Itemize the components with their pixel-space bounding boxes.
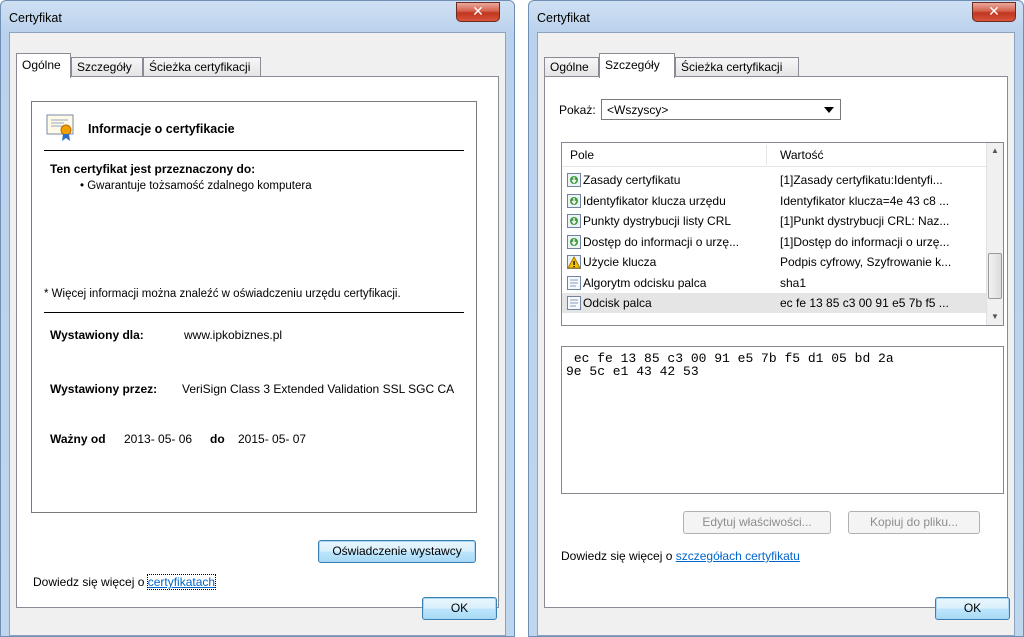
certificates-link[interactable]: certyfikatach bbox=[146, 574, 217, 590]
list-item[interactable]: Zasady certyfikatu [1]Zasady certyfikatu:… bbox=[562, 170, 986, 190]
column-header-field[interactable]: Pole bbox=[570, 148, 594, 162]
property-icon bbox=[567, 296, 581, 310]
field-name: Użycie klucza bbox=[583, 255, 657, 269]
issued-to-value: www.ipkobiznes.pl bbox=[184, 328, 283, 342]
divider bbox=[44, 312, 464, 313]
fields-list[interactable]: Pole Wartość Zasady certyfikatu [1]Zasady… bbox=[561, 142, 1004, 326]
list-header: Pole Wartość bbox=[562, 143, 986, 167]
certificate-details-link[interactable]: szczegółach certyfikatu bbox=[676, 549, 800, 563]
note-text: * Więcej informacji można znaleźć w oświ… bbox=[44, 288, 401, 300]
details-tab-panel: Pokaż: <Wszyscy> Pole Wartość Zasady cer… bbox=[544, 76, 1008, 608]
tab-certification-path[interactable]: Ścieżka certyfikacji bbox=[675, 57, 799, 77]
window-title: Certyfikat bbox=[537, 11, 590, 25]
field-value: sha1 bbox=[780, 275, 807, 290]
title-bar[interactable]: Certyfikat ✕ bbox=[529, 1, 1023, 33]
field-name: Algorytm odcisku palca bbox=[583, 275, 707, 290]
ok-button[interactable]: OK bbox=[935, 597, 1010, 620]
dialog-client: Ogólne Szczegóły Ścieżka certyfikacji In… bbox=[9, 32, 506, 636]
title-bar[interactable]: Certyfikat ✕ bbox=[1, 1, 514, 33]
field-name: Dostęp do informacji o urzę... bbox=[583, 234, 740, 249]
valid-from-label: Ważny od bbox=[50, 432, 106, 446]
scroll-thumb[interactable] bbox=[988, 253, 1002, 299]
purpose-heading: Ten certyfikat jest przeznaczony do: bbox=[50, 162, 256, 176]
column-separator[interactable] bbox=[766, 145, 767, 165]
show-dropdown-value: <Wszyscy> bbox=[607, 103, 669, 117]
issued-by-label: Wystawiony przez: bbox=[50, 382, 158, 396]
learn-more-text: Dowiedz się więcej o szczegółach certyfi… bbox=[561, 549, 800, 563]
list-item[interactable]: Identyfikator klucza urzędu Identyfikator… bbox=[562, 191, 986, 211]
tab-details[interactable]: Szczegóły bbox=[599, 53, 675, 78]
certificate-info-frame: Informacje o certyfikacie Ten certyfikat… bbox=[31, 101, 477, 513]
extension-icon bbox=[567, 214, 581, 228]
purpose-item: • Gwarantuje tożsamość zdalnego komputer… bbox=[80, 180, 312, 192]
edit-properties-button[interactable]: Edytuj właściwości... bbox=[683, 511, 831, 534]
list-item[interactable]: Algorytm odcisku palca sha1 bbox=[562, 273, 986, 293]
valid-to-label: do bbox=[210, 432, 225, 446]
dialog-client: Ogólne Szczegóły Ścieżka certyfikacji Po… bbox=[537, 32, 1015, 636]
property-icon bbox=[567, 275, 581, 290]
field-name: Zasady certyfikatu bbox=[583, 173, 681, 187]
show-label: Pokaż: bbox=[559, 103, 596, 117]
tab-certification-path[interactable]: Ścieżka certyfikacji bbox=[143, 57, 261, 77]
column-header-value[interactable]: Wartość bbox=[780, 148, 824, 162]
field-name: Identyfikator klucza urzędu bbox=[583, 193, 726, 208]
show-dropdown[interactable]: <Wszyscy> bbox=[601, 99, 841, 120]
tab-general[interactable]: Ogólne bbox=[16, 53, 71, 78]
chevron-down-icon bbox=[824, 107, 834, 113]
divider bbox=[44, 150, 464, 151]
certificate-dialog-general: Certyfikat ✕ Ogólne Szczegóły Ścieżka ce… bbox=[0, 0, 515, 637]
window-title: Certyfikat bbox=[9, 11, 62, 25]
vertical-scrollbar[interactable]: ▲ ▼ bbox=[986, 143, 1003, 325]
scroll-down-icon[interactable]: ▼ bbox=[987, 309, 1003, 325]
extension-icon bbox=[567, 234, 581, 249]
list-item[interactable]: Punkty dystrybucji listy CRL [1]Punkt dys… bbox=[562, 211, 986, 231]
close-button[interactable]: ✕ bbox=[456, 2, 500, 22]
extension-icon bbox=[567, 193, 581, 208]
certificate-icon bbox=[46, 114, 74, 141]
close-icon: ✕ bbox=[472, 4, 484, 20]
field-value: [1]Zasady certyfikatu:Identyfi... bbox=[780, 173, 943, 187]
field-value: [1]Dostęp do informacji o urzę... bbox=[780, 234, 950, 249]
copy-to-file-button[interactable]: Kopiuj do pliku... bbox=[848, 511, 980, 534]
issuer-statement-button[interactable]: Oświadczenie wystawcy bbox=[318, 540, 476, 563]
general-tab-panel: Informacje o certyfikacie Ten certyfikat… bbox=[16, 76, 499, 608]
learn-more-text: Dowiedz się więcej o certyfikatach bbox=[33, 574, 217, 590]
issued-by-value: VeriSign Class 3 Extended Validation SSL… bbox=[182, 382, 455, 396]
field-value: [1]Punkt dystrybucji CRL: Naz... bbox=[780, 214, 950, 228]
list-item[interactable]: Dostęp do informacji o urzę... [1]Dostęp … bbox=[562, 232, 986, 252]
field-value: Podpis cyfrowy, Szyfrowanie k... bbox=[780, 255, 952, 269]
valid-from-value: 2013- 05- 06 bbox=[124, 432, 193, 446]
warning-icon bbox=[567, 255, 581, 269]
certificate-dialog-details: Certyfikat ✕ Ogólne Szczegóły Ścieżka ce… bbox=[528, 0, 1024, 637]
info-title: Informacje o certyfikacie bbox=[88, 122, 235, 136]
value-detail-box[interactable]: ec fe 13 85 c3 00 91 e5 7b f5 d1 05 bd 2… bbox=[561, 346, 1004, 494]
extension-icon bbox=[567, 173, 581, 187]
close-icon: ✕ bbox=[988, 4, 1000, 20]
field-name: Punkty dystrybucji listy CRL bbox=[583, 214, 732, 228]
field-value: Identyfikator klucza=4e 43 c8 ... bbox=[780, 193, 950, 208]
scroll-up-icon[interactable]: ▲ bbox=[987, 143, 1003, 159]
list-item[interactable]: Odcisk palca ec fe 13 85 c3 00 91 e5 7b f… bbox=[562, 293, 986, 313]
tab-details[interactable]: Szczegóły bbox=[71, 57, 143, 77]
tab-general[interactable]: Ogólne bbox=[544, 57, 599, 77]
value-detail-text: ec fe 13 85 c3 00 91 e5 7b f5 d1 05 bd 2… bbox=[566, 351, 894, 379]
valid-to-value: 2015- 05- 07 bbox=[238, 432, 307, 446]
issued-to-label: Wystawiony dla: bbox=[50, 328, 144, 342]
learn-more-prefix: Dowiedz się więcej o bbox=[561, 549, 676, 563]
list-item[interactable]: Użycie klucza Podpis cyfrowy, Szyfrowanie… bbox=[562, 252, 986, 272]
field-value: ec fe 13 85 c3 00 91 e5 7b f5 ... bbox=[780, 296, 949, 310]
ok-button[interactable]: OK bbox=[422, 597, 497, 620]
field-name: Odcisk palca bbox=[583, 296, 652, 310]
learn-more-prefix: Dowiedz się więcej o bbox=[33, 575, 148, 589]
close-button[interactable]: ✕ bbox=[972, 2, 1016, 22]
